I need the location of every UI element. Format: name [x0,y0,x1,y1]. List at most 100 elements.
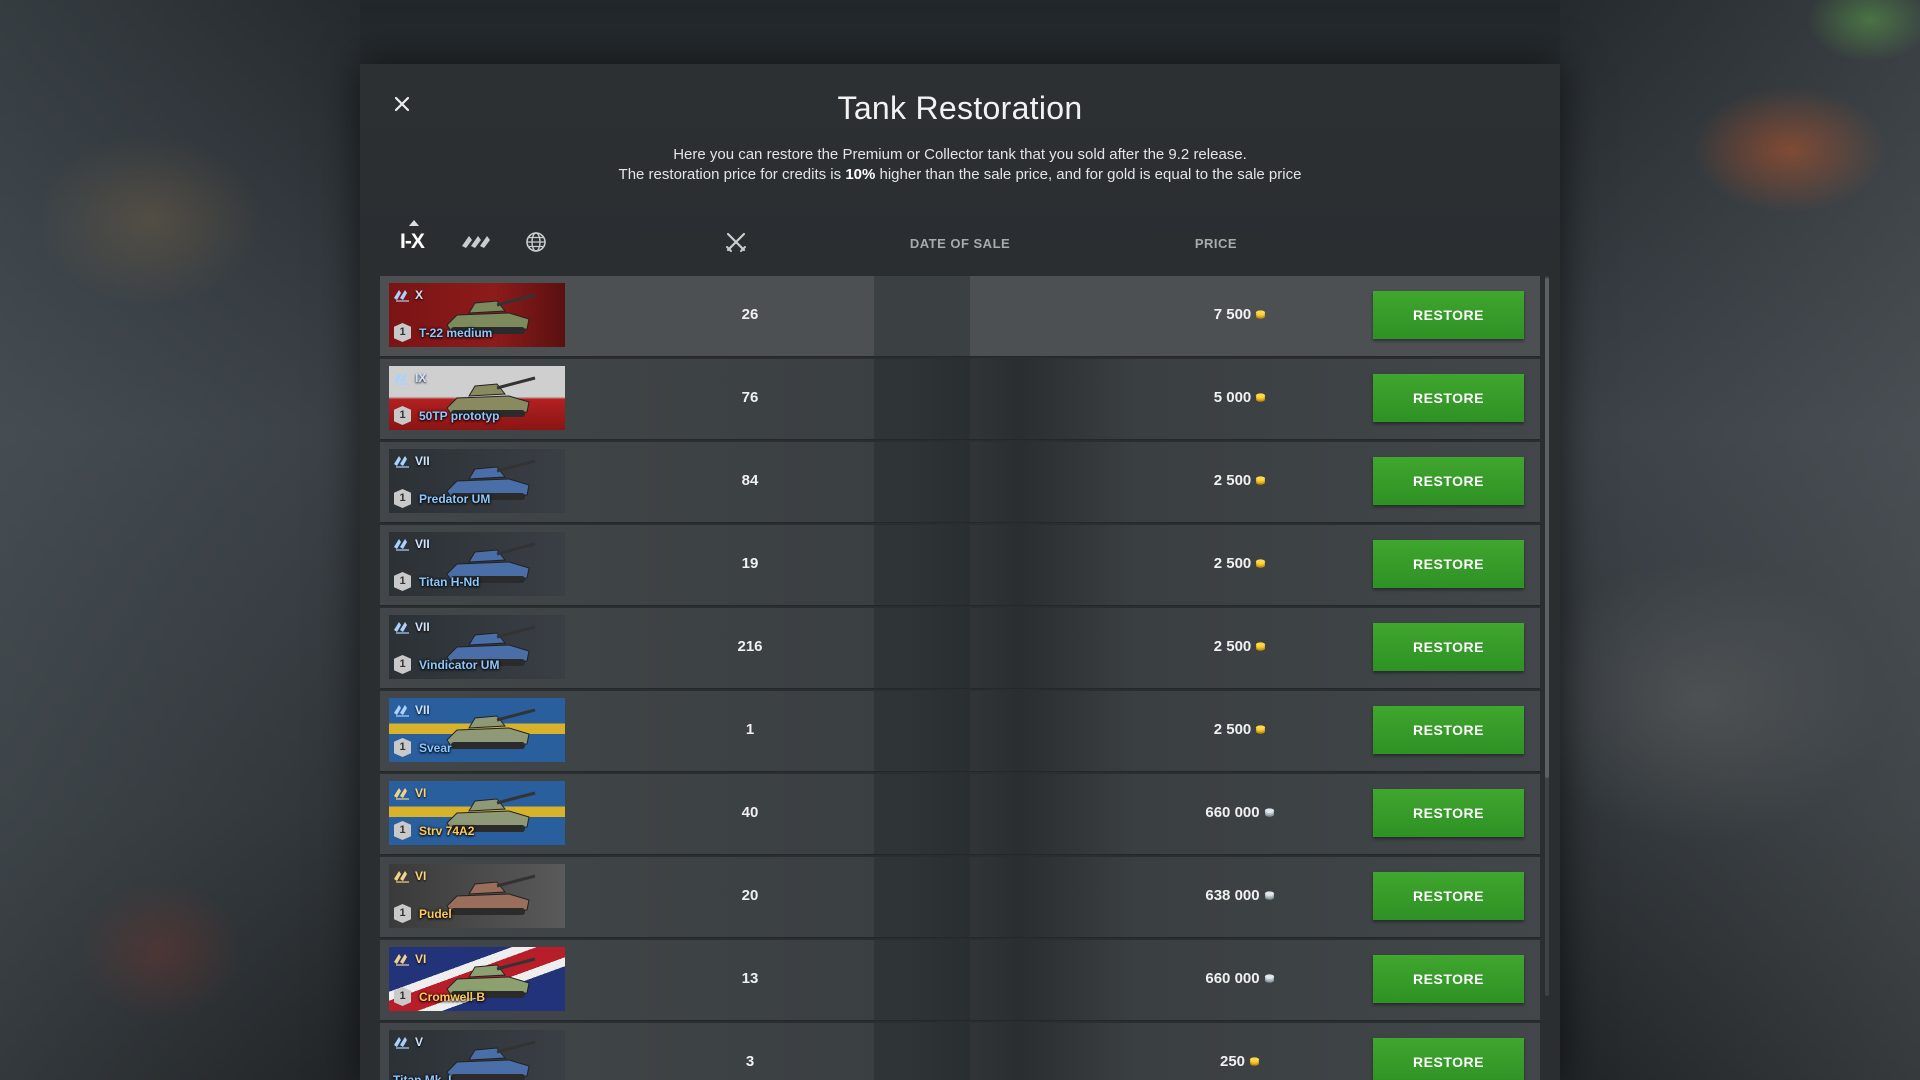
tank-name: Titan Mk. I [393,1073,452,1080]
restore-button[interactable]: RESTORE [1373,291,1524,339]
tier-row: X [393,287,423,303]
battles-count: 20 [741,887,759,904]
tank-row[interactable]: VII 1 Vindicator UM 216 2 500 RESTORE [380,608,1540,689]
tier-row: VII [393,536,430,552]
date-of-sale-cell [874,1023,970,1080]
price-value: 638 000 [1205,887,1260,904]
sort-by-tier-button[interactable]: I-X [400,220,425,254]
restore-price: 638 000 [1140,887,1340,904]
collector-type-icon [394,954,409,966]
premium-type-icon [394,456,409,468]
price-value: 2 500 [1213,638,1252,655]
tank-row[interactable]: VII 1 Titan H-Nd 19 2 500 RESTORE [380,525,1540,606]
sort-caret-icon [409,220,419,226]
tier-row: V [393,1034,423,1050]
price-value: 5 000 [1213,389,1252,406]
tank-count-badge: 1 [394,655,411,674]
date-of-sale-cell [874,276,970,356]
tank-count-badge: 1 [394,323,411,342]
tier-label: VII [415,703,430,717]
tank-row[interactable]: VI 1 Cromwell B 13 660 000 RESTORE [380,940,1540,1021]
price-header[interactable]: PRICE [1116,236,1316,251]
date-of-sale-cell [874,774,970,854]
crossed-swords-icon[interactable] [724,230,748,254]
restore-button[interactable]: RESTORE [1373,706,1524,754]
tier-row: VI [393,951,426,967]
sort-tier-label: I-X [400,230,425,253]
restore-button[interactable]: RESTORE [1373,1038,1524,1080]
restore-price: 2 500 [1140,721,1340,738]
tank-row[interactable]: VI 1 Strv 74A2 40 660 000 RESTORE [380,774,1540,855]
restore-button[interactable]: RESTORE [1373,540,1524,588]
price-value: 660 000 [1205,970,1260,987]
tank-list: X 1 T-22 medium 26 7 500 RESTORE IX 1 50… [380,276,1540,1080]
tank-count-badge: 1 [394,572,411,591]
restore-price: 2 500 [1140,472,1340,489]
dialog-description: Here you can restore the Premium or Coll… [360,145,1560,185]
battles-count: 19 [741,555,759,572]
tank-card[interactable]: X 1 T-22 medium [389,283,565,347]
tier-row: VI [393,785,426,801]
tank-count-badge: 1 [394,489,411,508]
battles-count: 26 [741,306,759,323]
price-value: 2 500 [1213,555,1252,572]
scrollbar-thumb[interactable] [1545,278,1549,778]
tank-count-badge: 1 [394,904,411,923]
date-of-sale-cell [874,691,970,771]
tank-row[interactable]: VI 1 Pudel 20 638 000 RESTORE [380,857,1540,938]
tank-name: Svear [419,741,452,755]
restore-button[interactable]: RESTORE [1373,789,1524,837]
tier-row: IX [393,370,426,386]
tier-label: VI [415,952,427,966]
tank-count-badge: 1 [394,406,411,425]
tank-row[interactable]: X 1 T-22 medium 26 7 500 RESTORE [380,276,1540,357]
restore-price: 2 500 [1140,555,1340,572]
tank-row[interactable]: IX 1 50TP prototyp 76 5 000 RESTORE [380,359,1540,440]
tank-card[interactable]: V Titan Mk. I [389,1030,565,1080]
tank-row[interactable]: VII 1 Svear 1 2 500 RESTORE [380,691,1540,772]
price-value: 660 000 [1205,804,1260,821]
date-of-sale-header[interactable]: DATE OF SALE [850,236,1070,251]
tank-card[interactable]: VI 1 Strv 74A2 [389,781,565,845]
battles-count: 40 [741,804,759,821]
tank-row[interactable]: V Titan Mk. I 3 250 RESTORE [380,1023,1540,1080]
tank-card[interactable]: VII 1 Vindicator UM [389,615,565,679]
restore-price: 250 [1140,1053,1340,1070]
battles-count: 76 [741,389,759,406]
premium-type-icon [394,539,409,551]
restore-price: 660 000 [1140,804,1340,821]
date-of-sale-cell [874,359,970,439]
tank-card[interactable]: IX 1 50TP prototyp [389,366,565,430]
price-value: 7 500 [1213,306,1252,323]
date-of-sale-cell [874,857,970,937]
date-of-sale-cell [874,940,970,1020]
background-left-panel [0,0,360,1080]
tank-type-icon[interactable] [460,232,494,252]
restore-button[interactable]: RESTORE [1373,374,1524,422]
tank-row[interactable]: VII 1 Predator UM 84 2 500 RESTORE [380,442,1540,523]
tank-card[interactable]: VII 1 Svear [389,698,565,762]
gold-coin-icon [1256,393,1266,402]
price-value: 250 [1219,1053,1246,1070]
price-value: 2 500 [1213,472,1252,489]
tank-image-icon [446,874,536,915]
restore-button[interactable]: RESTORE [1373,872,1524,920]
globe-icon[interactable] [525,231,547,253]
tank-card[interactable]: VI 1 Pudel [389,864,565,928]
collector-type-icon [394,788,409,800]
restore-button[interactable]: RESTORE [1373,623,1524,671]
tier-label: X [415,288,424,302]
premium-type-icon [394,373,409,385]
tank-count-badge: 1 [394,738,411,757]
tank-name: Titan H-Nd [419,575,480,589]
tank-name: Predator UM [419,492,491,506]
tank-card[interactable]: VII 1 Predator UM [389,449,565,513]
restore-button[interactable]: RESTORE [1373,955,1524,1003]
credits-icon [1264,891,1274,900]
tank-card[interactable]: VI 1 Cromwell B [389,947,565,1011]
tank-card[interactable]: VII 1 Titan H-Nd [389,532,565,596]
restore-button[interactable]: RESTORE [1373,457,1524,505]
tank-name: Cromwell B [419,990,486,1004]
battles-count: 84 [741,472,759,489]
tank-count-badge: 1 [394,987,411,1006]
